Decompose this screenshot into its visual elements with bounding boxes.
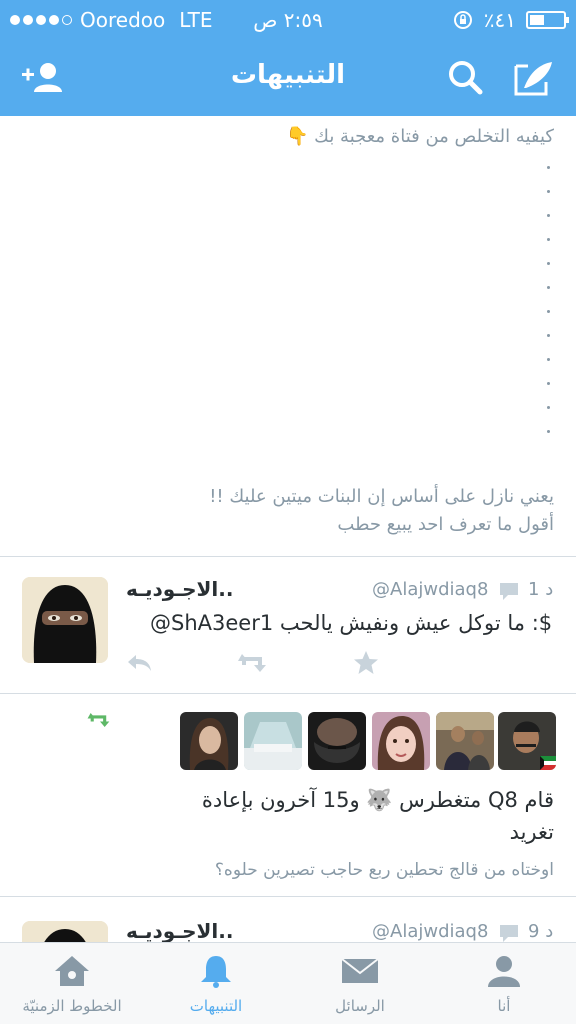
tab-bar: الخطوط الزمنيّة التنبيهات الرسائل أنا [0, 942, 576, 1024]
woman-avatar-image [180, 712, 238, 770]
retweeter-avatar[interactable] [498, 712, 556, 770]
tab-label: الخطوط الزمنيّة [22, 997, 122, 1015]
avatar[interactable] [22, 577, 108, 663]
person-icon [488, 956, 520, 987]
retweeter-avatar[interactable] [372, 712, 430, 770]
tab-timelines[interactable]: الخطوط الزمنيّة [0, 943, 144, 1024]
dot-divider [547, 262, 550, 265]
tweet-continued[interactable]: كيفيه التخلص من فتاة معجبة بك 👇 يعني ناز… [0, 116, 576, 556]
avatar[interactable] [22, 921, 108, 942]
reply-icon[interactable] [124, 651, 154, 675]
search-icon[interactable] [444, 58, 488, 98]
tweet-text: @ShA3eer1 ما توكل عيش ونفيش يالحب :$ [150, 611, 553, 635]
retweet-green-icon [87, 713, 110, 727]
tweet-text-line: أقول ما تعرف احد يبيع حطب [337, 514, 554, 535]
reply-bubble-icon [500, 583, 518, 600]
tab-me[interactable]: أنا [432, 943, 576, 1024]
favorite-star-icon[interactable] [352, 649, 380, 677]
niqab-avatar-image [22, 921, 108, 942]
rotation-lock-icon [453, 11, 472, 29]
tweet-author-name[interactable]: الاجـوديـه.. [126, 577, 233, 601]
quoted-tweet-text: اوختاه من قالج تحطين ربع حاجب تصيرين حلو… [214, 860, 554, 880]
room-avatar-image [244, 712, 302, 770]
dot-divider [547, 190, 550, 193]
retweet-icon[interactable] [236, 651, 272, 675]
tweet[interactable]: @Alajwdiaq8 1 د الاجـوديـه.. @ShA3eer1 م… [0, 557, 576, 693]
dot-divider [547, 310, 550, 313]
retweet-summary: قام Q8 متغطرس 🐺 و15 آخرون بإعادة تغريد [154, 784, 554, 848]
battery-percent: ٪٤١ [483, 8, 516, 32]
man-avatar-image [498, 712, 556, 770]
tab-messages[interactable]: الرسائل [288, 943, 432, 1024]
tab-label: الرسائل [335, 997, 385, 1015]
tweet-author-name[interactable]: الاجـوديـه.. [126, 919, 233, 942]
tab-label: أنا [497, 997, 511, 1015]
men-avatar-image [436, 712, 494, 770]
page-title: التنبيهات [230, 60, 346, 90]
status-bar: Ooredoo LTE ٢:٥٩ ص ٪٤١ [0, 0, 576, 40]
tweet-text-top: كيفيه التخلص من فتاة معجبة بك 👇 [286, 126, 554, 147]
compose-icon[interactable] [512, 58, 556, 98]
girl-avatar-image [372, 712, 430, 770]
battery-icon [526, 11, 569, 29]
tweet-time: 9 د [528, 921, 554, 942]
retweeter-avatar[interactable] [244, 712, 302, 770]
dot-divider [547, 166, 550, 169]
dot-divider [547, 406, 550, 409]
retweeter-avatar[interactable] [180, 712, 238, 770]
dot-divider [547, 358, 550, 361]
reply-bubble-icon [500, 925, 518, 942]
retweet-summary-line: قام Q8 متغطرس 🐺 و15 آخرون بإعادة [201, 788, 554, 812]
tweet-time: 1 د [528, 579, 554, 600]
envelope-icon [341, 958, 379, 983]
dot-divider [547, 334, 550, 337]
beard-avatar-image [308, 712, 366, 770]
tweet-handle[interactable]: @Alajwdiaq8 [372, 921, 488, 942]
status-right: ٪٤١ [452, 8, 569, 32]
tweet-text-line: يعني نازل على أساس إن البنات ميتين عليك … [209, 486, 554, 507]
notifications-feed[interactable]: كيفيه التخلص من فتاة معجبة بك 👇 يعني ناز… [0, 116, 576, 942]
nav-bar: التنبيهات [0, 40, 576, 116]
dot-divider [547, 382, 550, 385]
retweeter-avatar[interactable] [436, 712, 494, 770]
dot-divider [547, 214, 550, 217]
dot-divider [547, 430, 550, 433]
tweet[interactable]: @Alajwdiaq8 9 د الاجـوديـه.. [0, 897, 576, 942]
tab-label: التنبيهات [189, 997, 243, 1015]
bell-icon [201, 956, 231, 988]
home-icon [55, 956, 89, 986]
retweeter-avatar[interactable] [308, 712, 366, 770]
tab-notifications[interactable]: التنبيهات [144, 943, 288, 1024]
niqab-avatar-image [22, 577, 108, 663]
dot-divider [547, 286, 550, 289]
dot-divider [547, 238, 550, 241]
tweet-handle[interactable]: @Alajwdiaq8 [372, 579, 488, 600]
retweet-summary-line: تغريد [509, 820, 554, 844]
